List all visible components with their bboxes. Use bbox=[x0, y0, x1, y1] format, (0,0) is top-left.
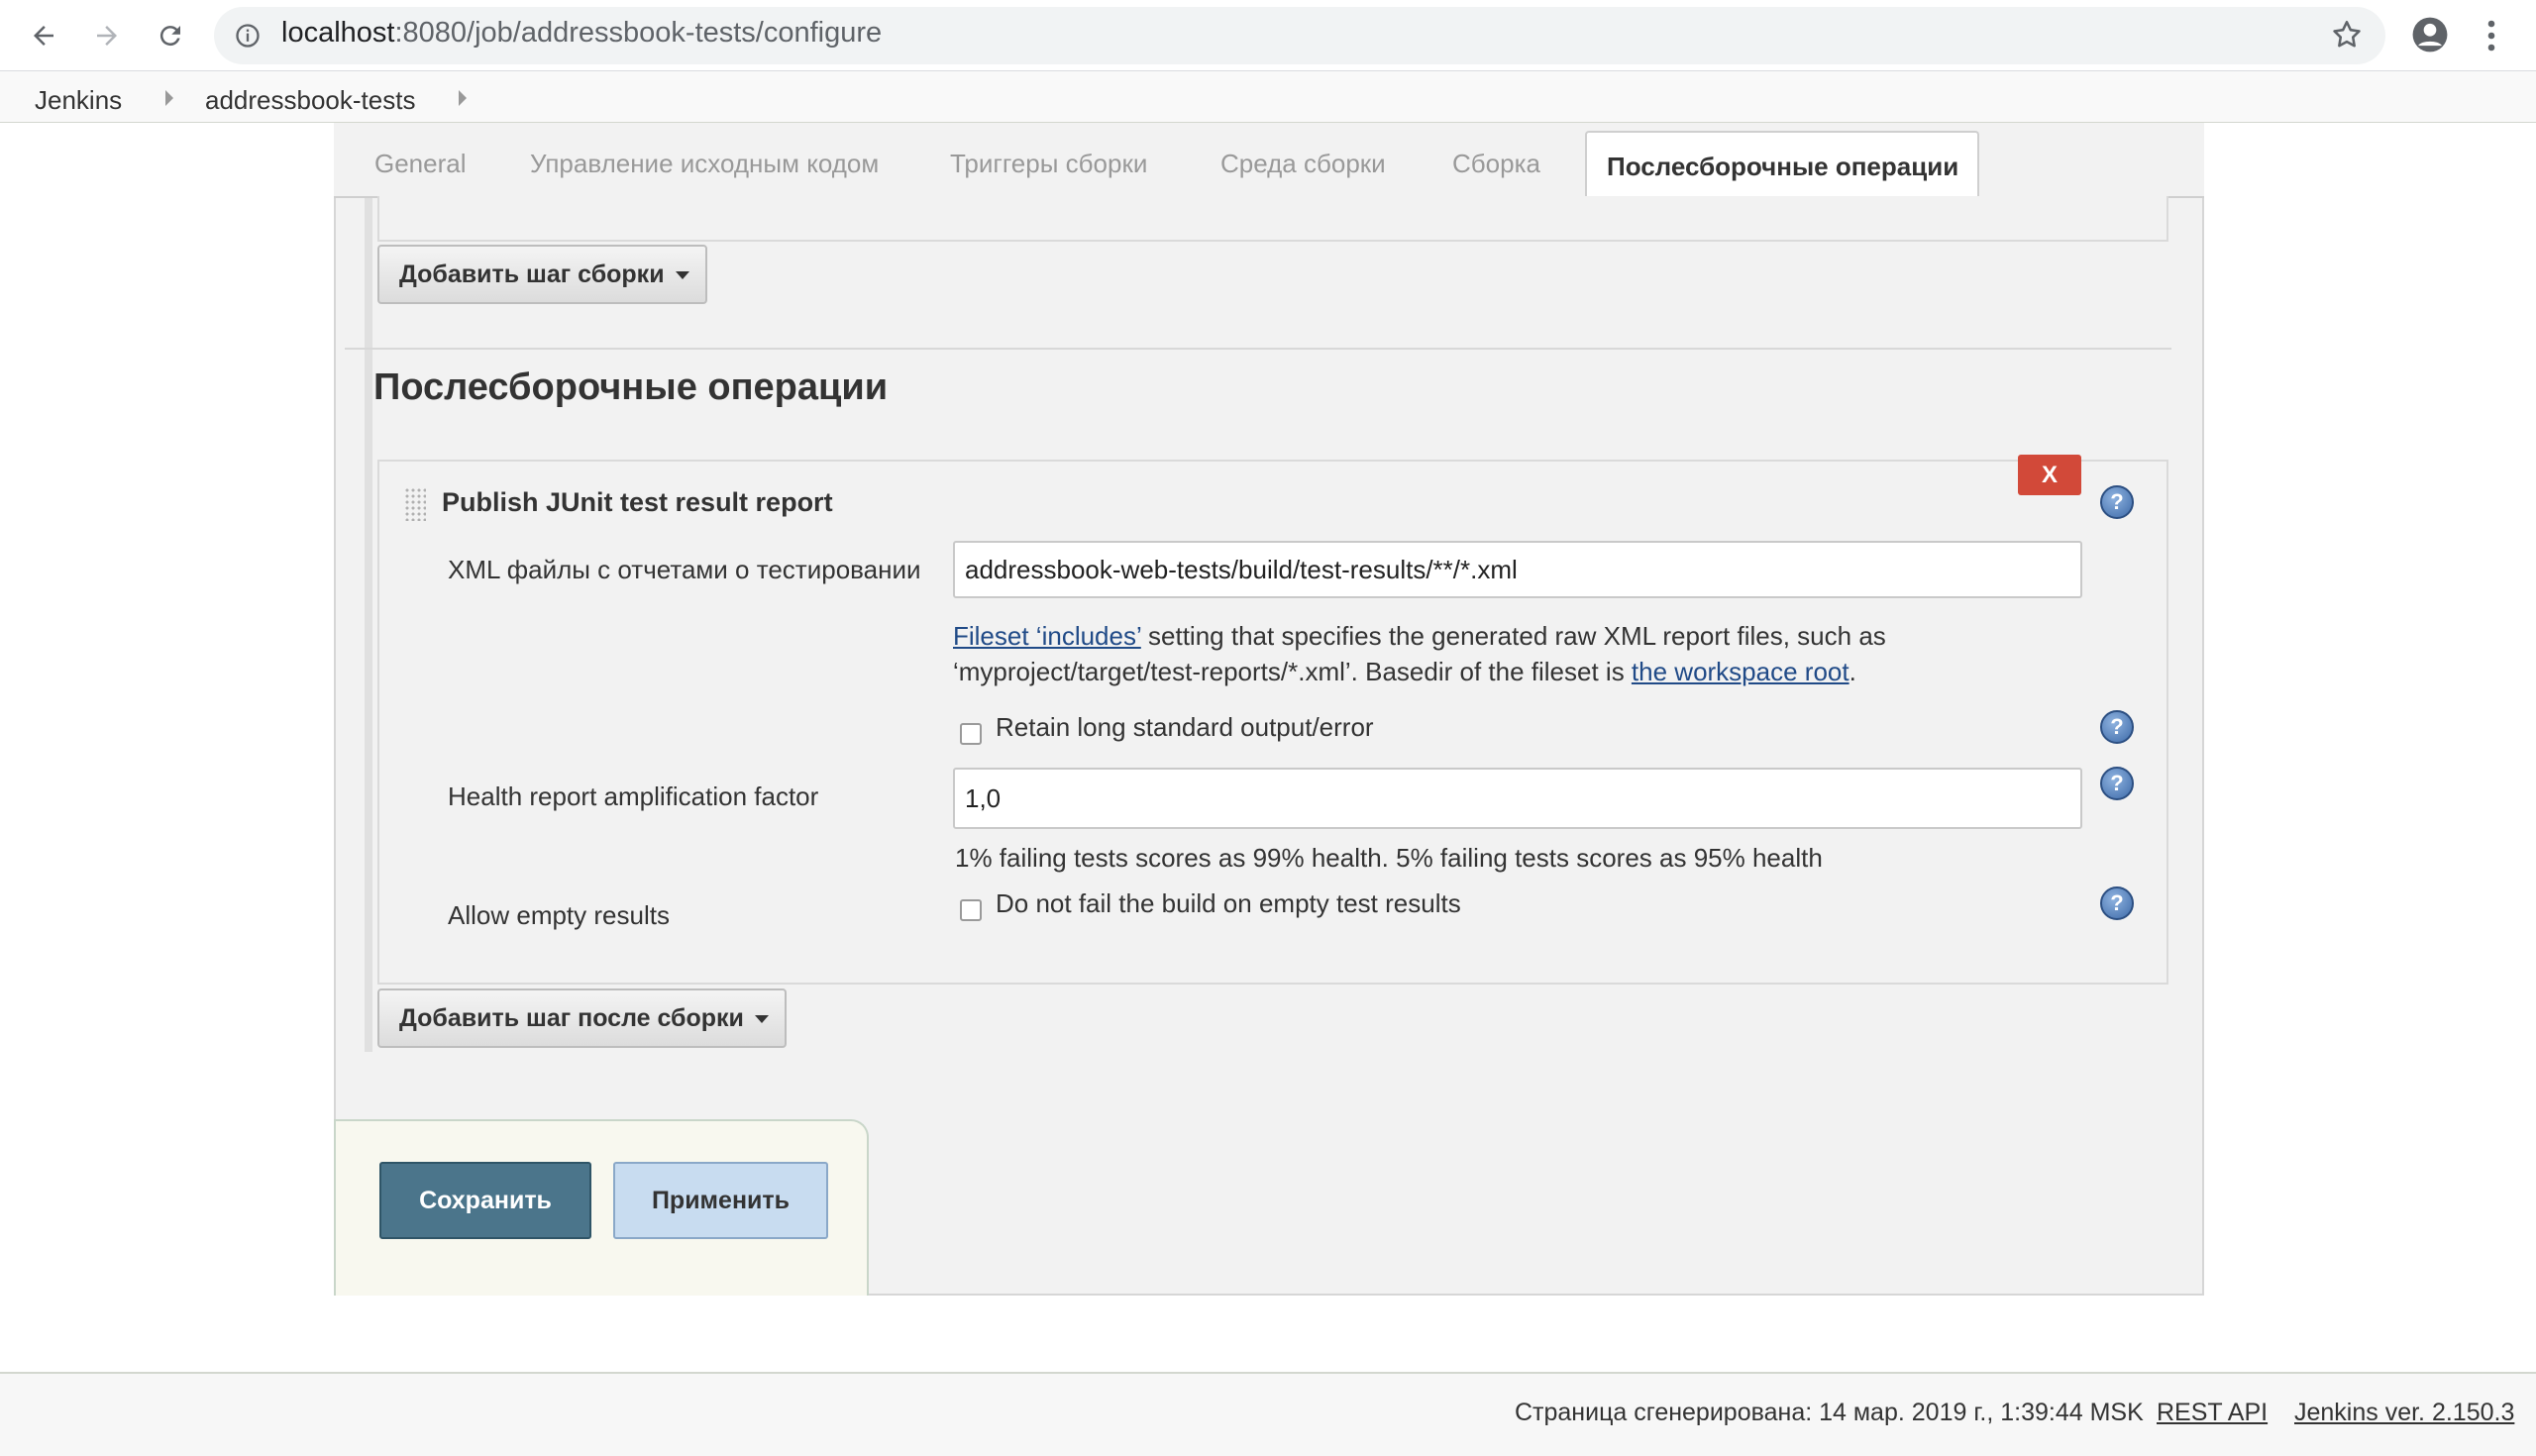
help-icon[interactable]: ? bbox=[2100, 710, 2134, 744]
health-factor-label: Health report amplification factor bbox=[448, 781, 819, 811]
fileset-description-line-1: Fileset ‘includes’ setting that specifie… bbox=[953, 621, 1886, 651]
breadcrumb-separator-icon[interactable] bbox=[459, 90, 467, 106]
add-build-step-label: Добавить шаг сборки bbox=[399, 260, 665, 288]
section-divider bbox=[345, 348, 2171, 350]
fileset-includes-link[interactable]: Fileset ‘includes’ bbox=[953, 621, 1141, 651]
save-button[interactable]: Сохранить bbox=[379, 1162, 591, 1239]
account-icon[interactable] bbox=[2411, 16, 2449, 58]
reload-icon[interactable] bbox=[147, 12, 194, 59]
tab-environment[interactable]: Среда сборки bbox=[1220, 149, 1386, 179]
breadcrumb: Jenkins addressbook-tests bbox=[0, 71, 2536, 123]
xml-files-input[interactable]: addressbook-web-tests/build/test-results… bbox=[953, 541, 2082, 598]
add-build-step-button[interactable]: Добавить шаг сборки bbox=[377, 245, 707, 304]
health-factor-input[interactable]: 1,0 bbox=[953, 768, 2082, 829]
section-title: Послесборочные операции bbox=[373, 366, 889, 408]
site-info-icon[interactable] bbox=[234, 22, 262, 54]
page-footer: Страница сгенерирована: 14 мар. 2019 г.,… bbox=[0, 1372, 2536, 1456]
bookmark-star-icon[interactable] bbox=[2330, 18, 2364, 56]
drag-handle-icon[interactable] bbox=[404, 487, 426, 521]
build-step-box bbox=[377, 196, 2168, 242]
apply-button[interactable]: Применить bbox=[613, 1162, 828, 1239]
jenkins-version-link[interactable]: Jenkins ver. 2.150.3 bbox=[2294, 1399, 2514, 1427]
breadcrumb-jenkins[interactable]: Jenkins bbox=[35, 85, 122, 116]
workspace-root-link[interactable]: the workspace root bbox=[1632, 657, 1849, 686]
back-icon[interactable] bbox=[20, 12, 67, 59]
help-icon[interactable]: ? bbox=[2100, 886, 2134, 920]
allow-empty-checkbox[interactable] bbox=[960, 899, 982, 921]
retain-output-checkbox[interactable] bbox=[960, 723, 982, 745]
junit-publisher-title: Publish JUnit test result report bbox=[442, 487, 833, 517]
health-factor-description: 1% failing tests scores as 99% health. 5… bbox=[955, 843, 1823, 873]
fileset-description-line-2: ‘myproject/target/test-reports/*.xml’. B… bbox=[953, 657, 1856, 686]
retain-output-label: Retain long standard output/error bbox=[996, 712, 1374, 742]
caret-down-icon bbox=[755, 1015, 769, 1023]
delete-publisher-button[interactable]: X bbox=[2018, 455, 2081, 495]
rest-api-link[interactable]: REST API bbox=[2157, 1399, 2268, 1427]
tab-triggers[interactable]: Триггеры сборки bbox=[950, 149, 1147, 179]
help-icon[interactable]: ? bbox=[2100, 767, 2134, 800]
forward-icon[interactable] bbox=[83, 12, 131, 59]
url-text: localhost:8080/job/addressbook-tests/con… bbox=[281, 17, 883, 49]
tab-general[interactable]: General bbox=[374, 149, 467, 179]
tab-post-build[interactable]: Послесборочные операции bbox=[1585, 131, 1979, 200]
add-post-build-step-button[interactable]: Добавить шаг после сборки bbox=[377, 988, 787, 1048]
menu-dots-icon[interactable] bbox=[2482, 18, 2501, 58]
allow-empty-label: Allow empty results bbox=[448, 900, 670, 930]
section-stripe bbox=[365, 198, 372, 1052]
breadcrumb-job[interactable]: addressbook-tests bbox=[205, 85, 415, 116]
tab-build[interactable]: Сборка bbox=[1452, 149, 1540, 179]
caret-down-icon bbox=[676, 271, 689, 279]
add-post-build-step-label: Добавить шаг после сборки bbox=[399, 1003, 744, 1032]
help-icon[interactable]: ? bbox=[2100, 485, 2134, 519]
tab-scm[interactable]: Управление исходным кодом bbox=[530, 149, 879, 179]
allow-empty-checkbox-label: Do not fail the build on empty test resu… bbox=[996, 888, 1461, 918]
tab-post-build-label: Послесборочные операции bbox=[1607, 152, 1959, 181]
breadcrumb-separator-icon[interactable] bbox=[165, 90, 173, 106]
xml-files-label: XML файлы с отчетами о тестировании bbox=[448, 555, 921, 584]
browser-toolbar: localhost:8080/job/addressbook-tests/con… bbox=[0, 0, 2536, 71]
page-generated-text: Страница сгенерирована: 14 мар. 2019 г.,… bbox=[1515, 1399, 2144, 1426]
